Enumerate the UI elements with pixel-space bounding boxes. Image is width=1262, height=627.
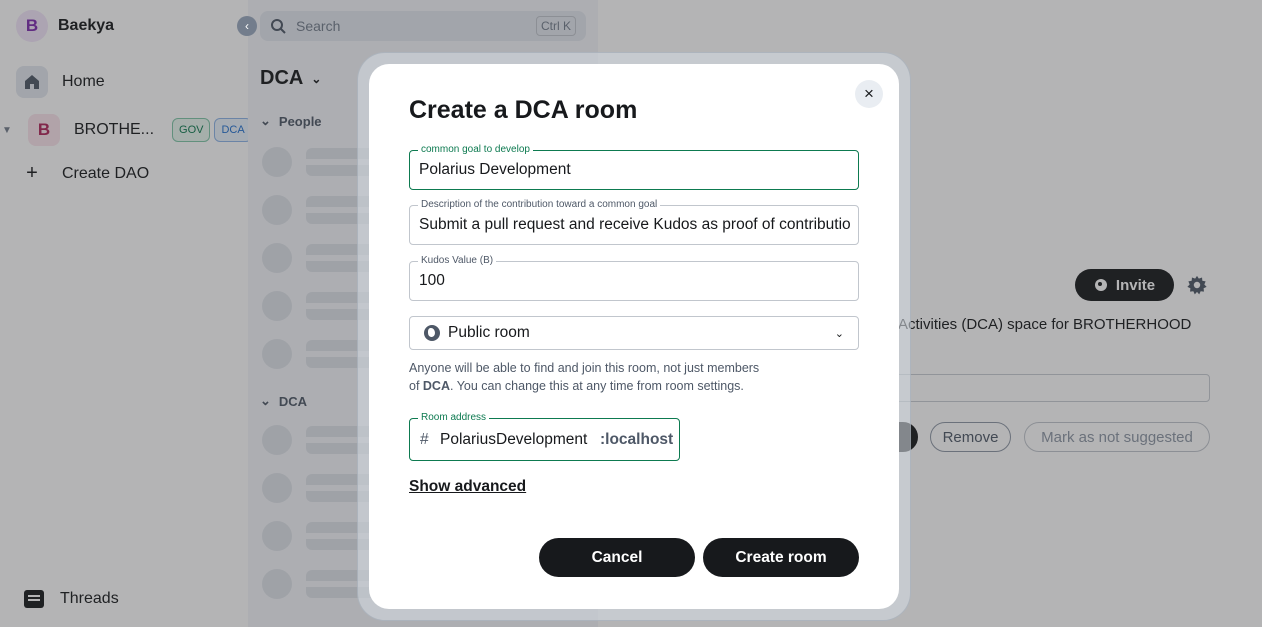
visibility-selected: Public room <box>448 324 530 341</box>
kudos-label: Kudos Value (B) <box>418 255 497 267</box>
close-icon[interactable]: × <box>855 80 883 108</box>
kudos-value: 100 <box>419 272 445 289</box>
create-room-button[interactable]: Create room <box>703 538 859 577</box>
collapse-panel-icon[interactable]: ‹ <box>237 16 257 36</box>
globe-icon <box>424 325 440 341</box>
visibility-dropdown[interactable]: Public room ⌄ <box>409 316 859 350</box>
show-advanced-link[interactable]: Show advanced <box>409 478 526 496</box>
room-address-field[interactable]: Room address # PolariusDevelopment :loca… <box>409 412 680 461</box>
create-room-dialog: Create a DCA room × common goal to devel… <box>369 64 899 609</box>
room-address-label: Room address <box>418 412 490 424</box>
dialog-title: Create a DCA room <box>409 96 638 124</box>
goal-field[interactable]: common goal to develop Polarius Developm… <box>409 144 859 190</box>
kudos-value-field[interactable]: Kudos Value (B) 100 <box>409 255 859 301</box>
description-field[interactable]: Description of the contribution toward a… <box>409 199 859 245</box>
room-address-domain: :localhost <box>600 431 674 448</box>
visibility-help-text: Anyone will be able to find and join thi… <box>409 361 760 393</box>
room-address-value: PolariusDevelopment <box>440 431 588 448</box>
description-value: Submit a pull request and receive Kudos … <box>419 216 850 233</box>
cancel-button[interactable]: Cancel <box>539 538 695 577</box>
description-label: Description of the contribution toward a… <box>418 199 661 211</box>
chevron-down-icon: ⌄ <box>834 327 844 340</box>
goal-value: Polarius Development <box>419 161 571 178</box>
hash-prefix: # <box>420 431 429 448</box>
goal-label: common goal to develop <box>418 144 533 156</box>
